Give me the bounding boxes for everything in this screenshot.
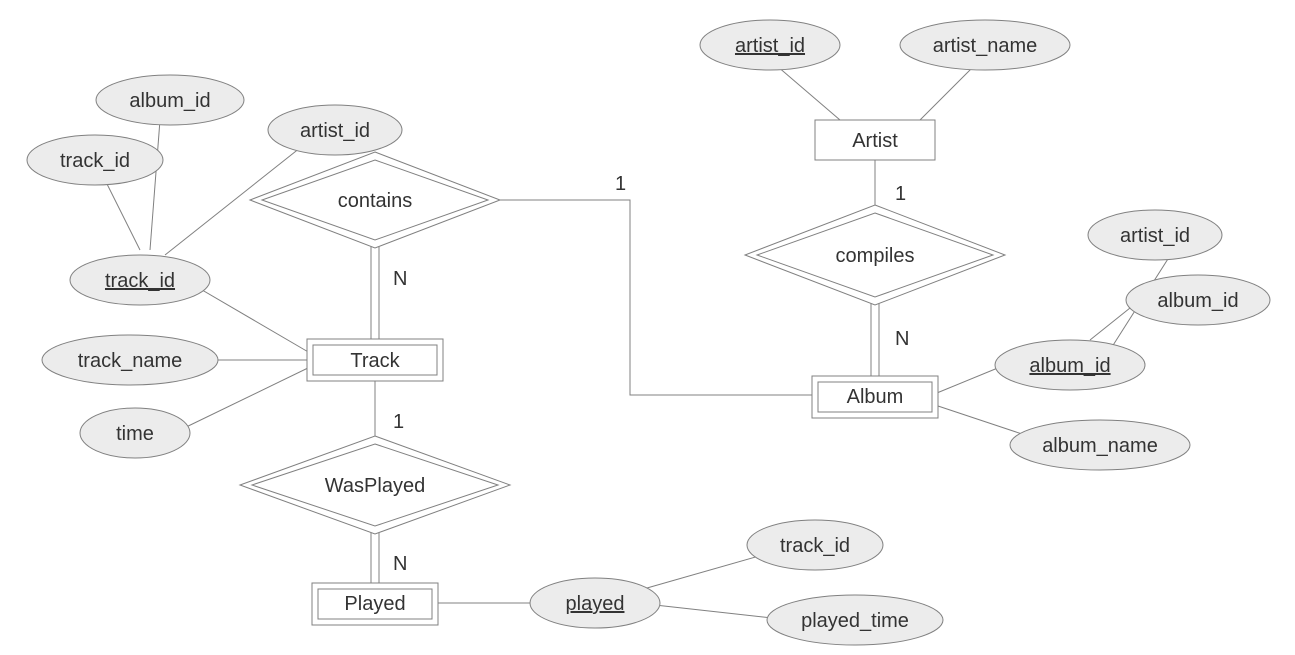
- entity-album: Album: [812, 376, 938, 418]
- entity-artist-label: Artist: [852, 130, 898, 152]
- card-compiles-album: N: [895, 328, 909, 350]
- entity-artist: Artist: [815, 120, 935, 160]
- card-wasplayed-played: N: [393, 553, 407, 575]
- attr-album-id-sub: album_id: [1126, 275, 1270, 325]
- rel-wasplayed-label: WasPlayed: [325, 475, 425, 497]
- attr-played-key: played: [530, 578, 660, 628]
- attr-album-id-sub-label: album_id: [1157, 290, 1238, 312]
- attr-played-time-label: played_time: [801, 610, 909, 632]
- attr-time: time: [80, 408, 190, 458]
- rel-contains-label: contains: [338, 190, 413, 212]
- attr-track-id-played: track_id: [747, 520, 883, 570]
- attr-album-id-track-label: album_id: [129, 90, 210, 112]
- edges: [100, 60, 1180, 620]
- attr-album-name-label: album_name: [1042, 435, 1158, 457]
- attr-played-key-label: played: [566, 593, 625, 615]
- attr-artist-name-label: artist_name: [933, 35, 1038, 57]
- attr-artist-id-track-label: artist_id: [300, 120, 370, 142]
- card-contains-track: N: [393, 268, 407, 290]
- attr-track-id-played-label: track_id: [780, 535, 850, 557]
- attr-artist-id-sub-album-label: artist_id: [1120, 225, 1190, 247]
- attr-album-name: album_name: [1010, 420, 1190, 470]
- attr-artist-id-track: artist_id: [268, 105, 402, 155]
- attr-track-id-key-label: track_id: [105, 270, 175, 292]
- card-track-wasplayed: 1: [393, 411, 404, 433]
- attr-album-id-key-label: album_id: [1029, 355, 1110, 377]
- attr-track-name: track_name: [42, 335, 218, 385]
- attr-artist-id-sub-album: artist_id: [1088, 210, 1222, 260]
- entity-played: Played: [312, 583, 438, 625]
- attr-track-name-label: track_name: [78, 350, 183, 372]
- attr-album-id-track: album_id: [96, 75, 244, 125]
- er-diagram: Artist artist_id artist_name compiles 1 …: [0, 0, 1295, 655]
- rel-compiles-label: compiles: [836, 245, 915, 267]
- attr-artist-id-key-label: artist_id: [735, 35, 805, 57]
- attr-track-id-sub-label: track_id: [60, 150, 130, 172]
- attr-track-id-sub: track_id: [27, 135, 163, 185]
- attr-track-id-key: track_id: [70, 255, 210, 305]
- attr-played-time: played_time: [767, 595, 943, 645]
- card-contains-album: 1: [615, 173, 626, 195]
- attr-time-label: time: [116, 423, 154, 445]
- attr-artist-name: artist_name: [900, 20, 1070, 70]
- card-artist-compiles: 1: [895, 183, 906, 205]
- entity-album-label: Album: [847, 386, 904, 408]
- entity-track: Track: [307, 339, 443, 381]
- rel-wasplayed: WasPlayed: [240, 436, 510, 534]
- entity-track-label: Track: [350, 350, 400, 372]
- attr-album-id-key: album_id: [995, 340, 1145, 390]
- attr-artist-id-key: artist_id: [700, 20, 840, 70]
- entity-played-label: Played: [344, 593, 405, 615]
- rel-compiles: compiles: [745, 205, 1005, 305]
- rel-contains: contains: [250, 152, 500, 248]
